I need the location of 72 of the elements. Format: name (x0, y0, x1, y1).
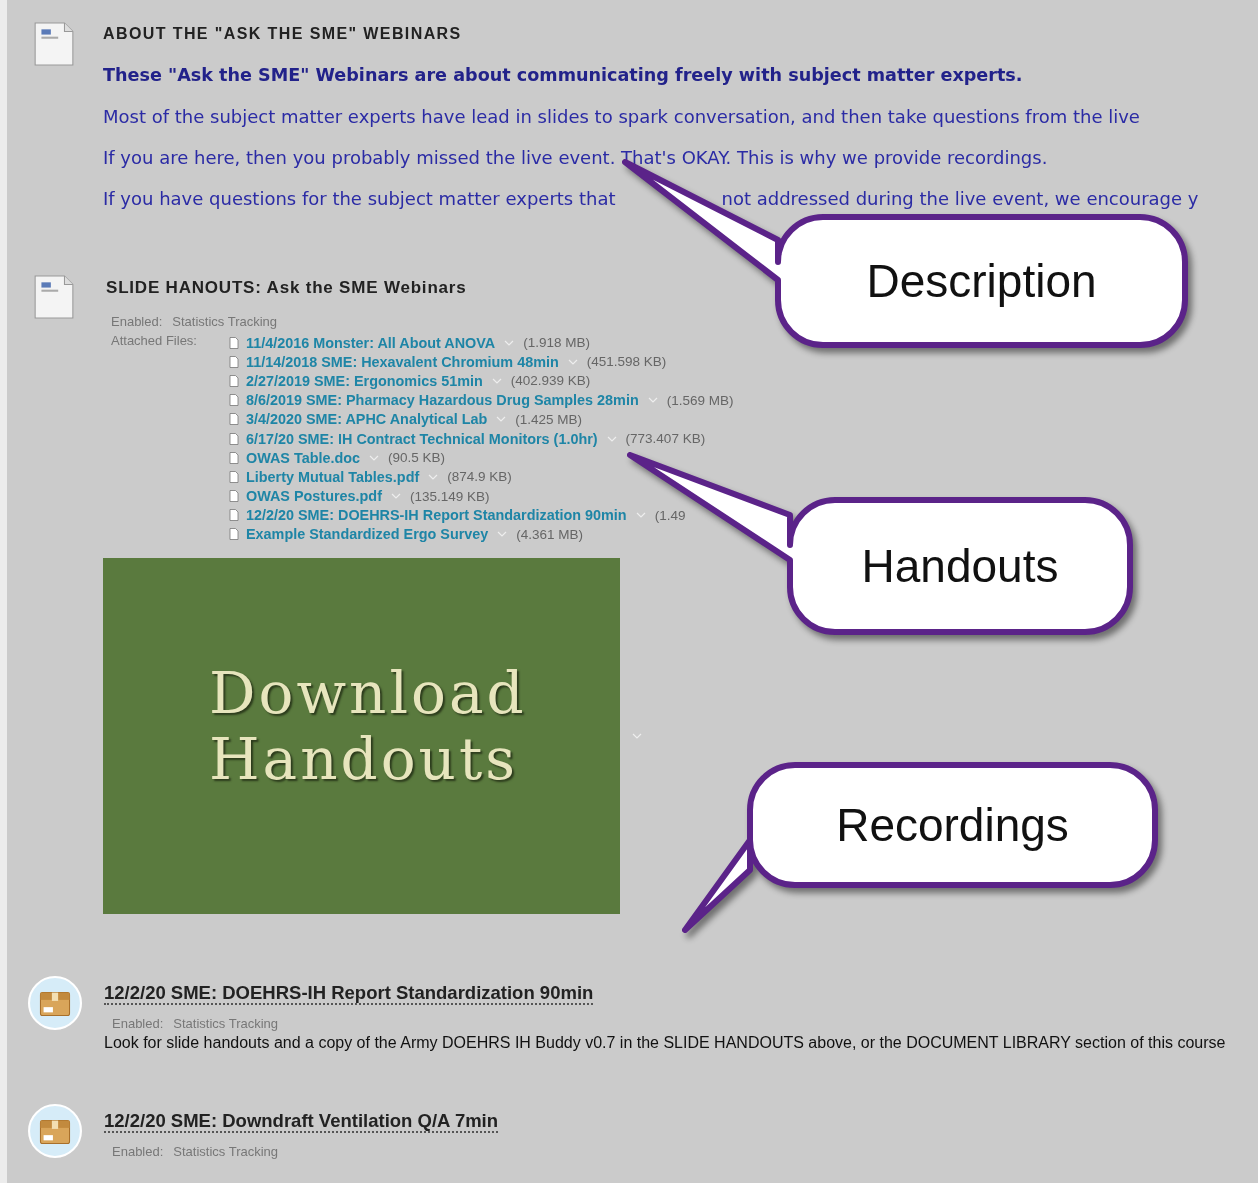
file-icon (229, 451, 239, 464)
description-text: If you have questions for the subject matter experts that (103, 188, 616, 211)
file-link[interactable]: 6/17/20 SME: IH Contract Technical Monitors (1.0hr) (246, 430, 598, 447)
file-size: (135.149 KB) (409, 488, 490, 504)
document-icon (33, 22, 75, 66)
description-text: not addressed during the live event, we encourage y (721, 188, 1199, 211)
file-icon (229, 355, 239, 368)
chevron-icon[interactable] (635, 512, 646, 519)
banner-text: Download (209, 660, 528, 727)
meta-label: Enabled: (112, 1144, 164, 1160)
recording-link[interactable]: 12/2/20 SME: Downdraft Ventilation Q/A 7min (104, 1110, 499, 1134)
file-link[interactable]: Liberty Mutual Tables.pdf (246, 468, 420, 485)
package-icon (28, 1104, 82, 1159)
file-icon (229, 374, 239, 387)
document-icon (33, 275, 75, 319)
chevron-icon[interactable] (632, 733, 642, 740)
file-size: (402.939 KB) (510, 373, 591, 389)
chevron-icon[interactable] (428, 473, 439, 480)
file-link[interactable]: 8/6/2019 SME: Pharmacy Hazardous Drug Samples 28min (246, 392, 639, 409)
meta-label: Attached Files: (111, 333, 198, 350)
file-size: (1.425 MB) (515, 411, 583, 427)
file-size: (1.569 MB) (666, 392, 734, 408)
callout-label: Recordings (836, 799, 1069, 851)
callout-label: Handouts (861, 540, 1059, 592)
callout-label: Description (866, 255, 1097, 307)
meta-value: Statistics Tracking (173, 1144, 279, 1160)
file-size: (451.598 KB) (586, 354, 667, 370)
section-title: ABOUT THE "ASK THE SME" WEBINARS (103, 25, 463, 43)
recording-description: Look for slide handouts and a copy of the Army DOEHRS IH Buddy v0.7 in the SLIDE HANDOUTS above, or the DOCUMENT LIBRARY section of this course (104, 1034, 1227, 1053)
file-size: (90.5 KB) (388, 450, 446, 466)
file-icon (229, 394, 239, 407)
file-size: (4.361 MB) (516, 526, 584, 542)
file-icon (229, 413, 239, 426)
file-link[interactable]: Example Standardized Ergo Survey (246, 526, 489, 543)
chevron-icon[interactable] (390, 493, 401, 500)
file-icon (229, 470, 239, 483)
meta-value: Statistics Tracking (173, 1016, 279, 1032)
description-text: These "Ask the SME" Webinars are about communicating freely with subject matter experts. (103, 65, 1024, 87)
meta-label: Enabled: (111, 314, 163, 329)
meta-label: Enabled: (112, 1016, 164, 1032)
file-icon (229, 528, 239, 541)
banner-text: Handouts (209, 726, 519, 793)
file-link[interactable]: 2/27/2019 SME: Ergonomics 51min (246, 372, 483, 389)
package-icon (28, 976, 82, 1031)
chevron-icon[interactable] (369, 454, 380, 461)
file-size: (874.9 KB) (447, 469, 512, 485)
section-title: SLIDE HANOUTS: Ask the SME Webinars (106, 278, 468, 298)
file-link[interactable]: 3/4/2020 SME: APHC Analytical Lab (246, 411, 488, 428)
file-link[interactable]: 12/2/20 SME: DOEHRS-IH Report Standardization 90min (246, 507, 627, 524)
file-size: (1.918 MB) (523, 335, 590, 351)
file-link[interactable]: OWAS Table.doc (246, 449, 361, 466)
chevron-icon[interactable] (491, 377, 502, 384)
file-size: (1.49 (654, 507, 686, 523)
download-handouts-banner[interactable]: Download Handouts (103, 558, 620, 915)
file-link[interactable]: 11/4/2016 Monster: All About ANOVA (246, 334, 496, 351)
chevron-icon[interactable] (606, 435, 617, 442)
meta-value: Statistics Tracking (172, 314, 278, 329)
file-link[interactable]: 11/14/2018 SME: Hexavalent Chromium 48min (246, 353, 559, 370)
chevron-icon[interactable] (567, 358, 578, 365)
chevron-icon[interactable] (647, 397, 658, 404)
chevron-icon[interactable] (496, 416, 507, 423)
file-link[interactable]: OWAS Postures.pdf (246, 488, 382, 505)
file-icon (229, 509, 239, 522)
description-text: If you are here, then you probably missed the live event. That's OKAY. This is why we provide recordings. (103, 147, 1049, 170)
file-icon (229, 490, 239, 503)
chevron-icon[interactable] (497, 531, 508, 538)
chevron-icon[interactable] (504, 339, 515, 346)
recording-link[interactable]: 12/2/20 SME: DOEHRS-IH Report Standardization 90min (104, 982, 594, 1006)
file-icon (229, 336, 239, 349)
file-icon (229, 432, 239, 445)
file-size: (773.407 KB) (625, 431, 706, 447)
description-text: Most of the subject matter experts have lead in slides to spark conversation, and then take questions from the live (103, 106, 1141, 129)
